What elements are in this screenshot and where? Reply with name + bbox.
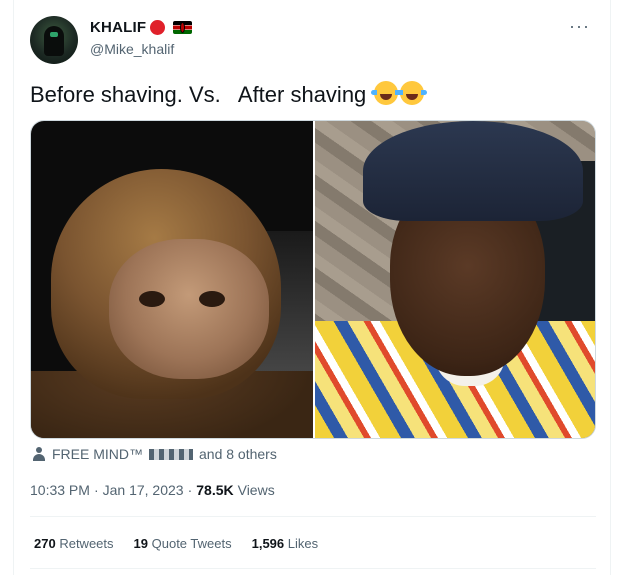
man-in-cap-photo[interactable] [315,121,595,438]
ape-face [109,239,269,379]
avatar-figure [44,26,64,56]
blue-cap [363,121,583,221]
liked-by-first[interactable]: FREE MIND™ [52,446,143,462]
checkered-flag-emoji-icon [149,448,193,460]
retweets-stat[interactable]: 270 Retweets [34,536,114,551]
liked-by-rest[interactable]: and 8 others [199,446,277,462]
person-icon [32,447,46,461]
ape-eye [199,291,225,307]
red-circle-emoji-icon [150,20,166,35]
tweet-date[interactable]: Jan 17, 2023 [103,482,184,498]
tears-of-joy-emoji-icon [371,81,402,105]
author-name-row: KHALIF [90,19,193,36]
quote-tweets-label: Quote Tweets [151,536,232,551]
kenya-flag-icon [173,21,193,34]
views-count: 78.5K [196,482,234,498]
tears-of-joy-emoji-icon [397,81,428,105]
liked-by-row[interactable]: FREE MIND™ and 8 others [32,446,277,462]
meta-separator: · [93,482,99,498]
retweets-count: 270 [34,536,56,551]
meta-separator: · [187,482,193,498]
avatar[interactable] [30,16,78,64]
tweet-text-content: Before shaving. Vs. After shaving [30,82,367,107]
author-handle[interactable]: @Mike_khalif [90,41,174,57]
tweet-text: Before shaving. Vs. After shaving [30,81,428,108]
quote-tweets-count: 19 [133,536,148,551]
views-label: Views [237,482,275,498]
divider [30,568,596,569]
quote-tweets-stat[interactable]: 19 Quote Tweets [134,536,232,551]
ape-eye [139,291,165,307]
media-grid[interactable] [30,120,596,439]
ape-photo[interactable] [31,121,313,438]
tweet-meta: 10:33 PM · Jan 17, 2023 · 78.5K Views [30,482,275,498]
tweet-header: KHALIF @Mike_khalif ··· [30,16,600,66]
likes-count: 1,596 [251,536,285,551]
avatar-highlight [50,32,58,37]
more-options-icon[interactable]: ··· [569,16,590,37]
engagement-stats: 270 Retweets 19 Quote Tweets 1,596 Likes [34,536,318,551]
likes-stat[interactable]: 1,596 Likes [252,536,319,551]
tweet-time[interactable]: 10:33 PM [30,482,90,498]
retweets-label: Retweets [59,536,114,551]
likes-label: Likes [287,536,319,551]
author-name[interactable]: KHALIF [90,19,146,36]
divider [30,516,596,517]
